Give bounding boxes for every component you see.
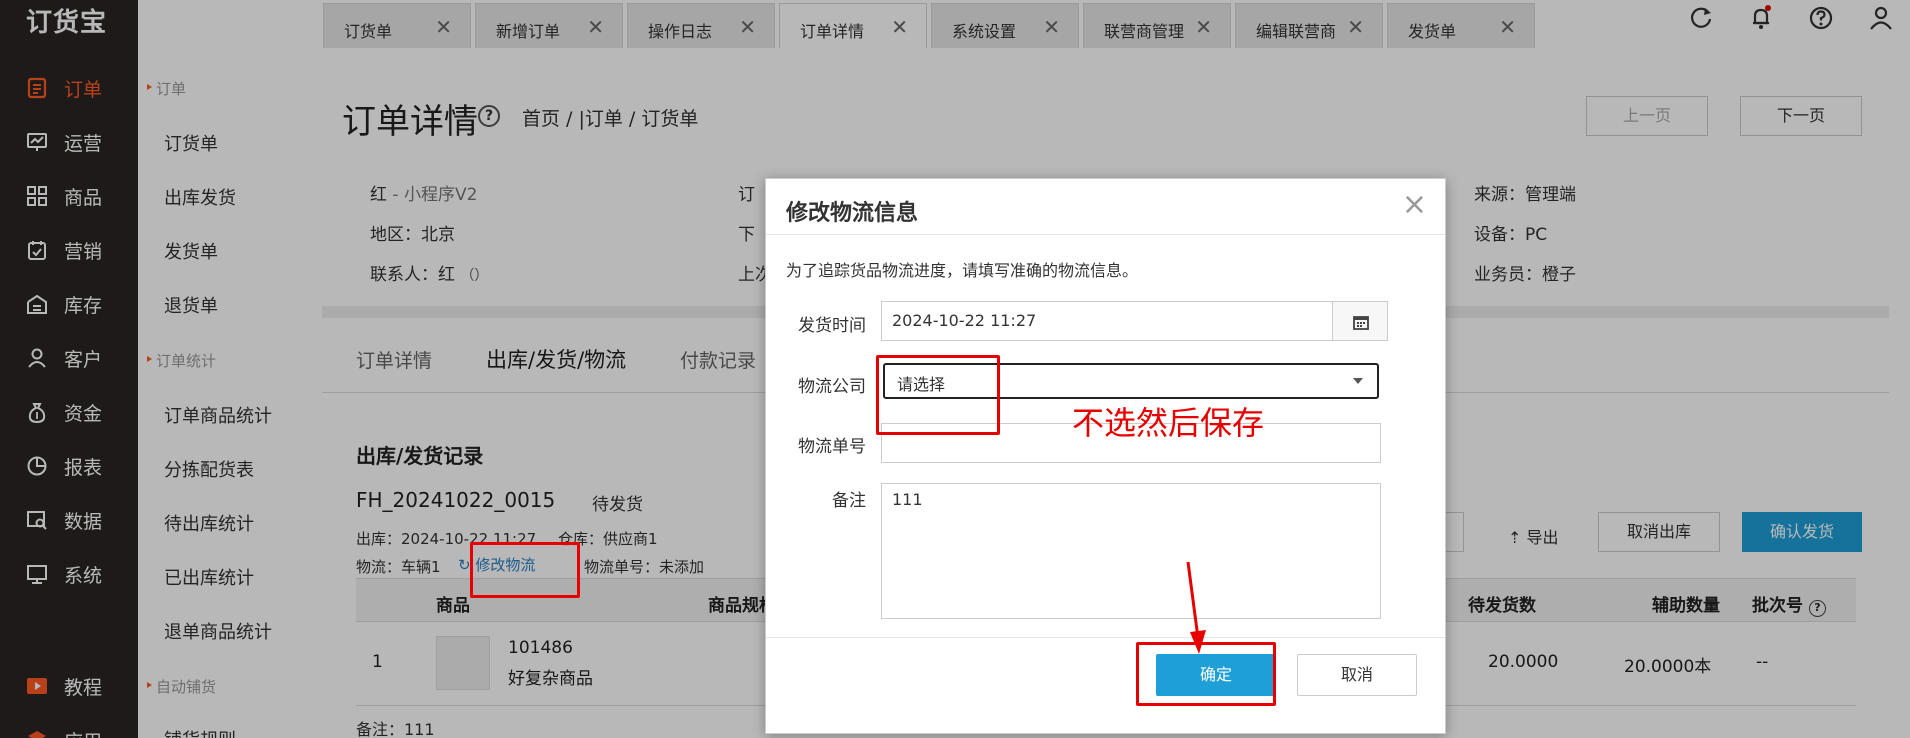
annotation-text: 不选然后保存 xyxy=(1072,404,1265,442)
annotation-box-company xyxy=(876,355,1000,435)
caret-down-icon xyxy=(1353,378,1363,384)
annotation-arrow xyxy=(1186,561,1206,654)
ship-time-input[interactable]: 2024-10-22 11:27 xyxy=(881,301,1333,341)
modal-hint: 为了追踪货品物流进度，请填写准确的物流信息。 xyxy=(786,261,1139,280)
ship-time-label: 发货时间 xyxy=(798,316,866,336)
modal-title: 修改物流信息 xyxy=(786,201,919,226)
cancel-button[interactable]: 取消 xyxy=(1297,654,1417,696)
annotation-box-edit-link xyxy=(470,542,580,598)
calendar-button[interactable] xyxy=(1332,301,1388,341)
company-label: 物流公司 xyxy=(798,377,866,397)
modal-footer-divider xyxy=(766,637,1445,638)
logistics-modal: 修改物流信息 × 为了追踪货品物流进度，请填写准确的物流信息。 发货时间 202… xyxy=(765,178,1446,734)
modal-header: 修改物流信息 × xyxy=(766,179,1445,235)
remark-textarea[interactable]: 111 xyxy=(881,483,1381,619)
tracking-label: 物流单号 xyxy=(798,437,866,457)
calendar-icon xyxy=(1353,316,1369,330)
remark-label: 备注 xyxy=(832,491,866,511)
close-icon[interactable]: × xyxy=(1402,187,1427,222)
